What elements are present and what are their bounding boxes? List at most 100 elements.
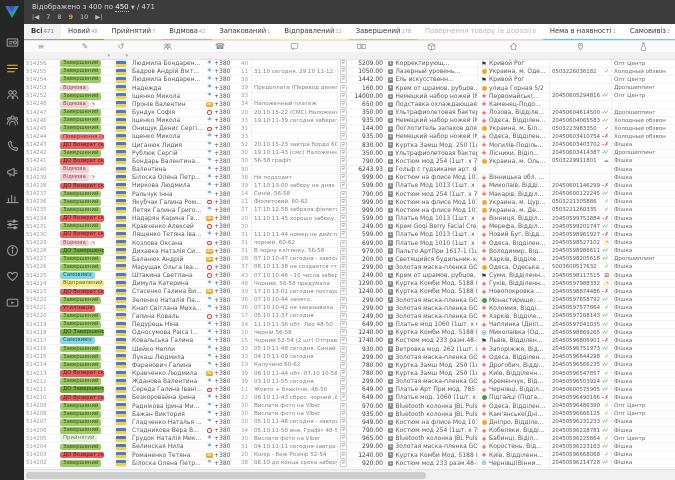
ttn-number[interactable]: 0503221305886✓ bbox=[549, 199, 611, 206]
status-badge[interactable]: Завершений bbox=[60, 125, 101, 132]
order-status[interactable]: ДО Возврат ск... bbox=[58, 394, 112, 401]
tab-відмова[interactable]: Відмова42 bbox=[162, 24, 212, 41]
ttn-number[interactable]: 0503223983350✓ bbox=[549, 125, 611, 132]
ttn-value[interactable]: 20450596566235 bbox=[552, 362, 600, 368]
order-status[interactable]: Завершений bbox=[58, 199, 112, 206]
status-badge[interactable]: ДО Возврат ск... bbox=[60, 289, 104, 296]
client-phone[interactable]: +380 bbox=[204, 264, 236, 271]
status-badge[interactable]: ДО Завершено bbox=[60, 329, 104, 336]
table-row[interactable]: 514204ЗавершенийБелинская Нила*+3803104.… bbox=[24, 443, 675, 451]
table-row[interactable]: 514230ДО Возврат ск...Лященко Тетяна Іва… bbox=[24, 231, 675, 239]
first-page-icon[interactable]: |◀ bbox=[32, 13, 39, 21]
ttn-number[interactable] bbox=[549, 101, 611, 108]
client-phone[interactable]: *+380 bbox=[204, 329, 236, 336]
filter-cy[interactable] bbox=[477, 52, 549, 59]
filter-ph[interactable] bbox=[204, 52, 236, 59]
ttn-number[interactable]: 20450596566235✓✓ bbox=[549, 362, 611, 369]
order-status[interactable]: Завершений bbox=[58, 411, 112, 418]
client-phone[interactable]: lic+380 bbox=[204, 215, 236, 222]
order-status[interactable]: ДО Возврат ск... bbox=[58, 215, 112, 222]
filter-nm[interactable] bbox=[130, 52, 204, 59]
order-status[interactable]: Відмова bbox=[58, 166, 112, 173]
status-badge[interactable]: Завершений bbox=[60, 191, 101, 198]
ttn-number[interactable]: 20450596486390✓ bbox=[549, 403, 611, 410]
order-status[interactable]: Повернення (з... bbox=[58, 133, 112, 140]
ttn-number[interactable]: 20450596214728✓✓ bbox=[549, 460, 611, 467]
filter-pd[interactable] bbox=[385, 52, 477, 59]
ttn-number[interactable]: 20450597658792✓✓ bbox=[549, 297, 611, 304]
status-badge[interactable]: Завершений bbox=[60, 354, 101, 361]
status-badge[interactable]: ДО Завершено bbox=[60, 386, 104, 393]
table-row[interactable]: 514224ВідправленийДимула Катерина*+38048… bbox=[24, 280, 675, 288]
table-row[interactable]: 514223ДО Возврат ск...Стасенко Галина Ви… bbox=[24, 288, 675, 296]
client-phone[interactable]: *+380 bbox=[204, 354, 236, 361]
table-row[interactable]: 514219ЗавершенийПедурець Ніна*+3803411.1… bbox=[24, 321, 675, 329]
ttn-number[interactable]: 20450598869265✓✓ bbox=[549, 329, 611, 336]
status-badge[interactable]: Завершений bbox=[60, 199, 101, 206]
client-phone[interactable]: +380 bbox=[204, 427, 236, 434]
client-phone[interactable]: *+380 bbox=[204, 191, 236, 198]
ttn-number[interactable] bbox=[549, 76, 611, 83]
status-badge[interactable]: ДО Возврат ск... bbox=[60, 231, 104, 238]
ttn-number[interactable]: 20450597041035✓✓ bbox=[549, 321, 611, 328]
ttn-value[interactable]: 20450597988332 bbox=[552, 281, 600, 287]
table-row[interactable]: 514234ДО Возврат ск...Надарян Карина Гв.… bbox=[24, 215, 675, 223]
ttn-number[interactable]: 20450596806901-✗ bbox=[549, 337, 611, 344]
last-page-icon[interactable]: ▶| bbox=[95, 13, 102, 21]
ttn-column[interactable] bbox=[549, 41, 611, 52]
order-status[interactable]: Завершений bbox=[58, 419, 112, 426]
status-badge[interactable]: Завершений bbox=[60, 321, 101, 328]
status-badge[interactable]: Відмова bbox=[60, 101, 89, 108]
ttn-value[interactable]: 20450603414387 bbox=[552, 150, 600, 156]
ttn-value[interactable]: 20450597208143 bbox=[552, 313, 600, 319]
ttn-number[interactable]: 20450600122245✓✓ bbox=[549, 191, 611, 198]
client-phone[interactable]: *+380 bbox=[204, 68, 236, 75]
ttn-number[interactable]: 20450597208143✓✓ bbox=[549, 313, 611, 320]
ttn-number[interactable]: 20450598205618✓✓ bbox=[549, 256, 611, 263]
client-phone[interactable]: *+380 bbox=[204, 321, 236, 328]
order-status[interactable]: Завершений bbox=[58, 313, 112, 320]
order-status[interactable]: ДО Возврат ск... bbox=[58, 452, 112, 459]
status-badge[interactable]: Утилізація bbox=[60, 305, 95, 312]
table-row[interactable]: 514231ЗавершенийКравченко Алексей+38030₴… bbox=[24, 223, 675, 231]
client-phone[interactable]: +380 bbox=[204, 109, 236, 116]
table-row[interactable]: 514208ЗавершенийБажан Виктория*+38030Вис… bbox=[24, 411, 675, 419]
ttn-number[interactable]: 20450600575905✓✓ bbox=[549, 386, 611, 393]
ttn-value[interactable]: 20450603410754 bbox=[552, 134, 600, 140]
status-badge[interactable]: Завершений bbox=[60, 109, 101, 116]
table-row[interactable]: 514212ЗавершенийЖданова Валентина*+38039… bbox=[24, 378, 675, 386]
ttn-number[interactable] bbox=[549, 166, 611, 173]
status-badge[interactable]: Завершений bbox=[60, 403, 101, 410]
ttn-number[interactable] bbox=[549, 84, 611, 91]
phone-column[interactable]: ☎ bbox=[204, 41, 236, 52]
table-row[interactable]: 514207ЗавершенийГладченко Наталья ...*+3… bbox=[24, 419, 675, 427]
chevron-down-icon[interactable]: ▼ bbox=[131, 5, 135, 11]
client-phone[interactable]: lic+380 bbox=[204, 256, 236, 263]
ttn-number[interactable]: 20450605294816✓✓ bbox=[549, 93, 611, 100]
order-status[interactable]: ДО Возврат ск... bbox=[58, 182, 112, 189]
client-phone[interactable]: *+380 bbox=[204, 133, 236, 140]
order-status[interactable]: ДО Возврат ск... bbox=[58, 370, 112, 377]
sidebar-item-calls[interactable] bbox=[0, 133, 24, 159]
table-row[interactable]: 514243ДО Возврат ск...Циганюк Лидия*+380… bbox=[24, 142, 675, 150]
status-badge[interactable]: Завершений bbox=[60, 362, 101, 369]
status-badge[interactable]: Прийнятий bbox=[60, 435, 97, 442]
client-phone[interactable]: *+380 bbox=[204, 174, 236, 181]
status-badge[interactable]: ДО Возврат ск... bbox=[60, 215, 104, 222]
status-badge[interactable]: ДО Возврат ск... bbox=[60, 183, 104, 190]
order-status[interactable]: Самовивіз bbox=[58, 272, 112, 279]
client-phone[interactable]: *+380 bbox=[204, 443, 236, 450]
status-badge[interactable]: Завершений bbox=[60, 264, 101, 271]
ttn-number[interactable]: 20450603414387✓✓ bbox=[549, 150, 611, 157]
client-phone[interactable]: +380 bbox=[204, 199, 236, 206]
ttn-value[interactable]: 20450596668068 bbox=[552, 452, 600, 458]
status-badge[interactable]: ДО Возврат ск... bbox=[60, 142, 104, 149]
client-phone[interactable]: *+380 bbox=[204, 419, 236, 426]
filter-dropdown-icon[interactable]: ▾ bbox=[107, 53, 110, 59]
status-badge[interactable]: Завершений bbox=[60, 346, 101, 353]
table-row[interactable]: 514225СамовивізШтакина Светлана+3804307.… bbox=[24, 272, 675, 280]
order-status[interactable]: Завершений bbox=[58, 207, 112, 214]
status-badge[interactable]: Завершений bbox=[60, 460, 101, 467]
order-id-column[interactable]: ≡ bbox=[24, 41, 58, 52]
order-status[interactable]: Завершений bbox=[58, 321, 112, 328]
